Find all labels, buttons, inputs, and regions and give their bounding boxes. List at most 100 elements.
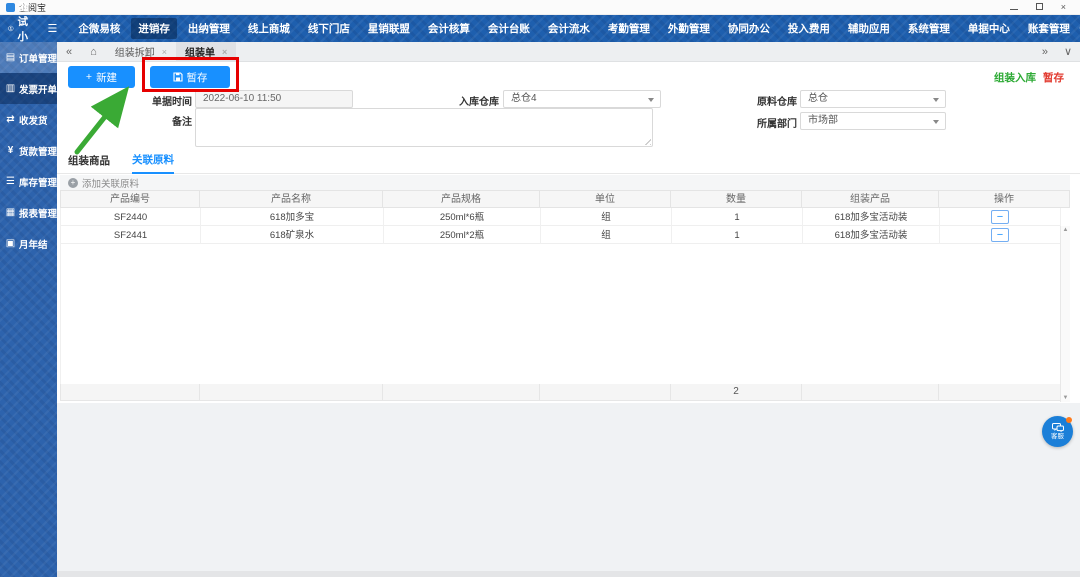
table-footer-cell <box>939 384 1070 401</box>
remarks-textarea[interactable] <box>195 108 653 147</box>
sidebar-item-label: 货款管理 <box>18 146 57 158</box>
sidebar-item[interactable]: ▣ 月年结 <box>0 228 57 259</box>
sidebar-item[interactable]: ☰ 库存管理 <box>0 166 57 197</box>
tab-label: 组装拆卸 <box>114 48 155 59</box>
chat-bubbles-icon <box>1051 423 1064 433</box>
close-icon[interactable]: × <box>1061 2 1066 12</box>
table-cell-actions: − <box>940 208 1061 226</box>
topnav-item[interactable]: 企微易核 <box>71 18 127 39</box>
table-cell: 组 <box>541 226 672 244</box>
table-footer-cell <box>60 384 200 401</box>
topnav-item[interactable]: 辅助应用 <box>841 18 897 39</box>
topnav-item[interactable]: 线下门店 <box>301 18 357 39</box>
remove-row-button[interactable]: − <box>991 210 1009 224</box>
topnav-item[interactable]: 单据中心 <box>961 18 1017 39</box>
home-icon[interactable]: ⌂ <box>81 46 106 58</box>
document-tab[interactable]: 组装单 × <box>176 41 237 62</box>
minimize-icon[interactable] <box>1009 3 1018 12</box>
sidebar-item[interactable]: ¥ 货款管理 <box>0 135 57 166</box>
topnav-item[interactable]: 会计核算 <box>421 18 477 39</box>
table-cell: SF2440 <box>61 208 201 226</box>
sidebar-item[interactable]: ▦ 报表管理 <box>0 197 57 228</box>
table-scrollbar[interactable]: ▲ ▼ <box>1060 226 1070 402</box>
materials-table: 产品编号 产品名称 产品规格 单位 数量 组装产品 操作 SF2440 618加多宝 250ml… <box>60 190 1070 402</box>
topnav-item[interactable]: 会计台账 <box>481 18 537 39</box>
field-label-material-warehouse: 原料仓库 <box>757 97 797 108</box>
close-tab-icon[interactable]: × <box>162 47 167 57</box>
sidebar-item-label: 月年结 <box>19 239 48 251</box>
sidebar-item[interactable]: ▥ 发票开单 <box>0 73 57 104</box>
topnav-item[interactable]: 外勤管理 <box>661 18 717 39</box>
field-label-department: 所属部门 <box>757 119 797 130</box>
topnav-item[interactable]: 系统管理 <box>901 18 957 39</box>
table-cell: 组 <box>541 208 672 226</box>
department-select[interactable]: 市场部 <box>800 112 946 130</box>
table-cell: 1 <box>672 208 803 226</box>
topnav-item[interactable]: 线上商城 <box>241 18 297 39</box>
new-button[interactable]: + 新建 <box>68 66 135 88</box>
open-tabs: 组装拆卸 × 组装单 × <box>106 41 237 62</box>
document-status: 组装入库 暂存 <box>994 70 1064 85</box>
collapse-sidebar-icon[interactable]: « <box>57 46 81 58</box>
scroll-up-icon[interactable]: ▲ <box>1063 227 1069 233</box>
tab-label: 组装单 <box>185 48 216 59</box>
close-tab-icon[interactable]: × <box>222 47 227 57</box>
in-warehouse-select[interactable]: 总仓4 <box>503 90 661 108</box>
document-tab[interactable]: 组装拆卸 × <box>106 42 176 62</box>
sidebar-item-label: 发票开单 <box>18 84 57 96</box>
tabs-menu-icon[interactable]: ∨ <box>1056 45 1080 58</box>
tab-strip: « ⌂ 组装拆卸 × 组装单 × » ∨ <box>57 41 1080 62</box>
shipping-icon: ⇄ <box>6 114 15 125</box>
table-footer-cell <box>540 384 671 401</box>
order-icon: ▤ <box>5 52 16 63</box>
table-cell: 618加多宝 <box>201 208 384 226</box>
bottom-strip <box>57 571 1080 577</box>
doc-time-input[interactable]: 2022-06-10 11:50 <box>195 90 353 108</box>
inventory-icon: ☰ <box>6 176 15 187</box>
report-icon: ▦ <box>5 207 16 218</box>
select-caret-icon <box>648 98 654 102</box>
topnav-item[interactable]: 出纳管理 <box>181 18 237 39</box>
menu-icon[interactable]: ☰ <box>48 22 58 35</box>
sidebar-item[interactable]: ▤ 订单管理 <box>0 42 57 73</box>
material-warehouse-select[interactable]: 总仓 <box>800 90 946 108</box>
document-panel: + 新建 暂存 组装入库 暂存 单据时间 2022-06-10 11:50 入库… <box>57 57 1080 403</box>
restore-icon[interactable] <box>1035 2 1043 12</box>
window-titlebar: 企阅宝 × <box>0 0 1080 15</box>
remove-row-button[interactable]: − <box>991 228 1009 242</box>
topnav-menu: 企微易核 进销存 出纳管理 线上商城 线下门店 星销联盟 会计核算 会计台账 会计流水 考勤管理外… <box>69 15 1079 42</box>
topnav-item[interactable]: 考勤管理 <box>601 18 657 39</box>
table-body: SF2440 618加多宝 250ml*6瓶组 1 618加多宝活动装 − SF2441 61… <box>60 208 1070 402</box>
table-header: 产品编号 产品名称 产品规格 单位 数量 组装产品 操作 <box>60 190 1070 208</box>
support-label: 客服 <box>1051 433 1064 440</box>
add-related-material-button[interactable]: + 添加关联原料 <box>60 175 1070 190</box>
table-header-cell: 操作 <box>939 190 1070 208</box>
table-footer-cell <box>200 384 383 401</box>
tab-assembled-goods[interactable]: 组装商品 <box>68 153 110 173</box>
topnav-item[interactable]: 进销存 <box>131 18 177 39</box>
scroll-down-icon[interactable]: ▼ <box>1063 395 1069 401</box>
table-header-cell: 数量 <box>671 190 802 208</box>
topnav-item[interactable]: 账套管理 <box>1021 18 1077 39</box>
topnav-item[interactable]: 协同办公 <box>721 18 777 39</box>
table-row[interactable]: SF2440 618加多宝 250ml*6瓶组 1 618加多宝活动装 − <box>61 208 1061 226</box>
select-caret-icon <box>933 98 939 102</box>
sidebar-item-label: 库存管理 <box>18 177 57 189</box>
support-notification-dot <box>1066 417 1072 423</box>
sidebar-item-label: 报表管理 <box>18 208 57 220</box>
table-row[interactable]: SF2441 618矿泉水 250ml*2瓶组 1 618加多宝活动装 − <box>61 226 1061 244</box>
support-button[interactable]: 客服 <box>1042 416 1073 447</box>
tab-related-materials[interactable]: 关联原料 <box>132 152 174 174</box>
table-footer-cell: 2 <box>671 384 802 401</box>
status-type: 组装入库 <box>994 72 1036 84</box>
topnav-item[interactable]: 投入费用 <box>781 18 837 39</box>
save-draft-button[interactable]: 暂存 <box>150 66 230 88</box>
table-header-cell: 产品规格 <box>383 190 540 208</box>
topnav-item[interactable]: 会计流水 <box>541 18 597 39</box>
table-header-cell: 产品名称 <box>200 190 383 208</box>
top-navigation: 测试小李 ☰ 企微易核进销存出纳管理线上商城线下门店星销联盟会计核算会计台账会计… <box>0 1 1080 58</box>
field-label-remarks: 备注 <box>172 117 192 128</box>
topnav-item[interactable]: 星销联盟 <box>361 18 417 39</box>
tabs-forward-icon[interactable]: » <box>1034 46 1056 58</box>
sidebar-item[interactable]: ⇄ 收发货 <box>0 104 57 135</box>
